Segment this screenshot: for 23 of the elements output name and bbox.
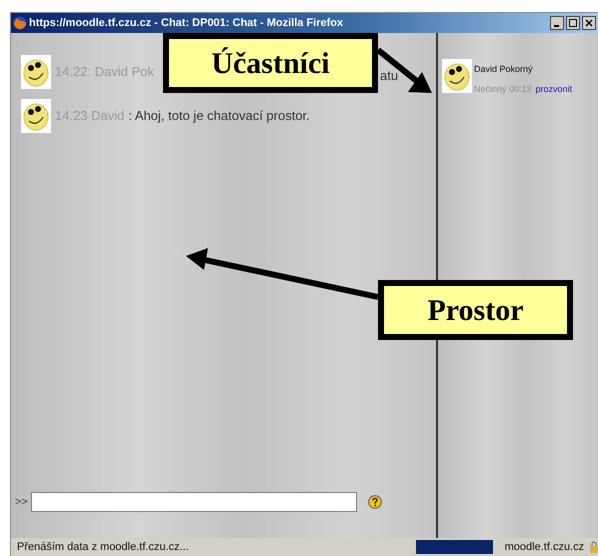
close-button[interactable] (582, 16, 596, 30)
participant-name: David Pokorný (474, 63, 534, 76)
status-message: Přenáším data z moodle.tf.czu.cz... (16, 540, 190, 555)
message-text: atu (380, 67, 398, 86)
idle-time: Nečinný 00:12 (474, 82, 532, 96)
status-host: moodle.tf.czu.cz (504, 540, 584, 555)
smiley-avatar-icon (21, 99, 51, 133)
smiley-avatar-icon (442, 59, 472, 93)
smiley-avatar-icon (21, 55, 51, 89)
callout-label: Účastníci (211, 46, 330, 82)
input-prompt: >> (15, 494, 28, 510)
message-text: : Ahoj, toto je chatovací prostor. (128, 107, 310, 126)
lock-icon (590, 541, 598, 553)
ring-link[interactable]: prozvonit (536, 82, 572, 96)
minimize-button[interactable] (550, 16, 564, 30)
browser-logo-icon (13, 16, 27, 30)
window-title: https://moodle.tf.czu.cz - Chat: DP001: Chat - Mozilla Firefox (29, 16, 344, 31)
callout-label: Prostor (427, 292, 524, 328)
message-input-field[interactable] (30, 492, 357, 512)
close-icon (585, 19, 593, 27)
help-icon[interactable] (368, 495, 382, 509)
maximize-button[interactable] (566, 16, 580, 30)
maximize-icon (569, 19, 577, 27)
